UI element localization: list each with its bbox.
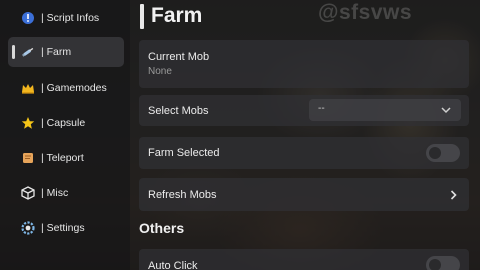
refresh-mobs-label: Refresh Mobs [148, 189, 217, 201]
auto-click-card: Auto Click [139, 249, 469, 270]
select-mobs-card: Select Mobs -- [139, 95, 469, 126]
refresh-mobs-button[interactable]: Refresh Mobs [139, 178, 469, 211]
auto-click-toggle[interactable] [426, 256, 460, 270]
sidebar-item-label: | Capsule [41, 117, 86, 129]
select-mobs-dropdown[interactable]: -- [309, 99, 461, 121]
current-mob-card: Current Mob None [139, 40, 469, 88]
select-mobs-label: Select Mobs [148, 105, 209, 117]
current-mob-value: None [148, 66, 172, 77]
gear-icon [21, 221, 35, 235]
sidebar-item-label: | Misc [41, 187, 69, 199]
farm-selected-toggle[interactable] [426, 144, 460, 162]
page-title: Farm [151, 4, 203, 27]
toggle-knob [429, 147, 441, 159]
select-mobs-value: -- [318, 103, 325, 114]
toggle-knob [429, 259, 441, 270]
sidebar-item-script-infos[interactable]: | Script Infos [8, 3, 124, 33]
syringe-icon [21, 47, 34, 57]
sidebar-item-farm[interactable]: | Farm [8, 37, 124, 67]
star-icon [21, 117, 35, 129]
sidebar-item-label: | Script Infos [41, 12, 100, 24]
section-title-others: Others [139, 220, 185, 236]
scroll-icon [23, 153, 33, 163]
title-accent-bar [140, 4, 144, 29]
sidebar-item-label: | Settings [41, 222, 85, 234]
chevron-right-icon [450, 190, 457, 200]
cube-icon [21, 186, 35, 200]
script-hub-window: | Script Infos | Farm | Gamemodes | Caps… [0, 0, 480, 270]
sidebar-item-settings[interactable]: | Settings [8, 213, 124, 243]
sidebar-item-label: | Teleport [41, 152, 84, 164]
sidebar-item-misc[interactable]: | Misc [8, 178, 124, 208]
current-mob-label: Current Mob [148, 51, 210, 63]
sidebar-item-capsule[interactable]: | Capsule [8, 108, 124, 138]
sidebar-item-gamemodes[interactable]: | Gamemodes [8, 73, 124, 103]
sidebar-item-label: | Farm [41, 46, 72, 58]
sidebar: | Script Infos | Farm | Gamemodes | Caps… [0, 0, 130, 270]
farm-selected-card: Farm Selected [139, 137, 469, 169]
auto-click-label: Auto Click [148, 260, 198, 270]
crown-icon [22, 84, 34, 94]
watermark: @sfsvws [318, 1, 413, 24]
chevron-down-icon [441, 107, 451, 114]
info-icon [22, 12, 34, 24]
sidebar-item-label: | Gamemodes [41, 82, 107, 94]
farm-selected-label: Farm Selected [148, 147, 220, 159]
sidebar-item-teleport[interactable]: | Teleport [8, 143, 124, 173]
